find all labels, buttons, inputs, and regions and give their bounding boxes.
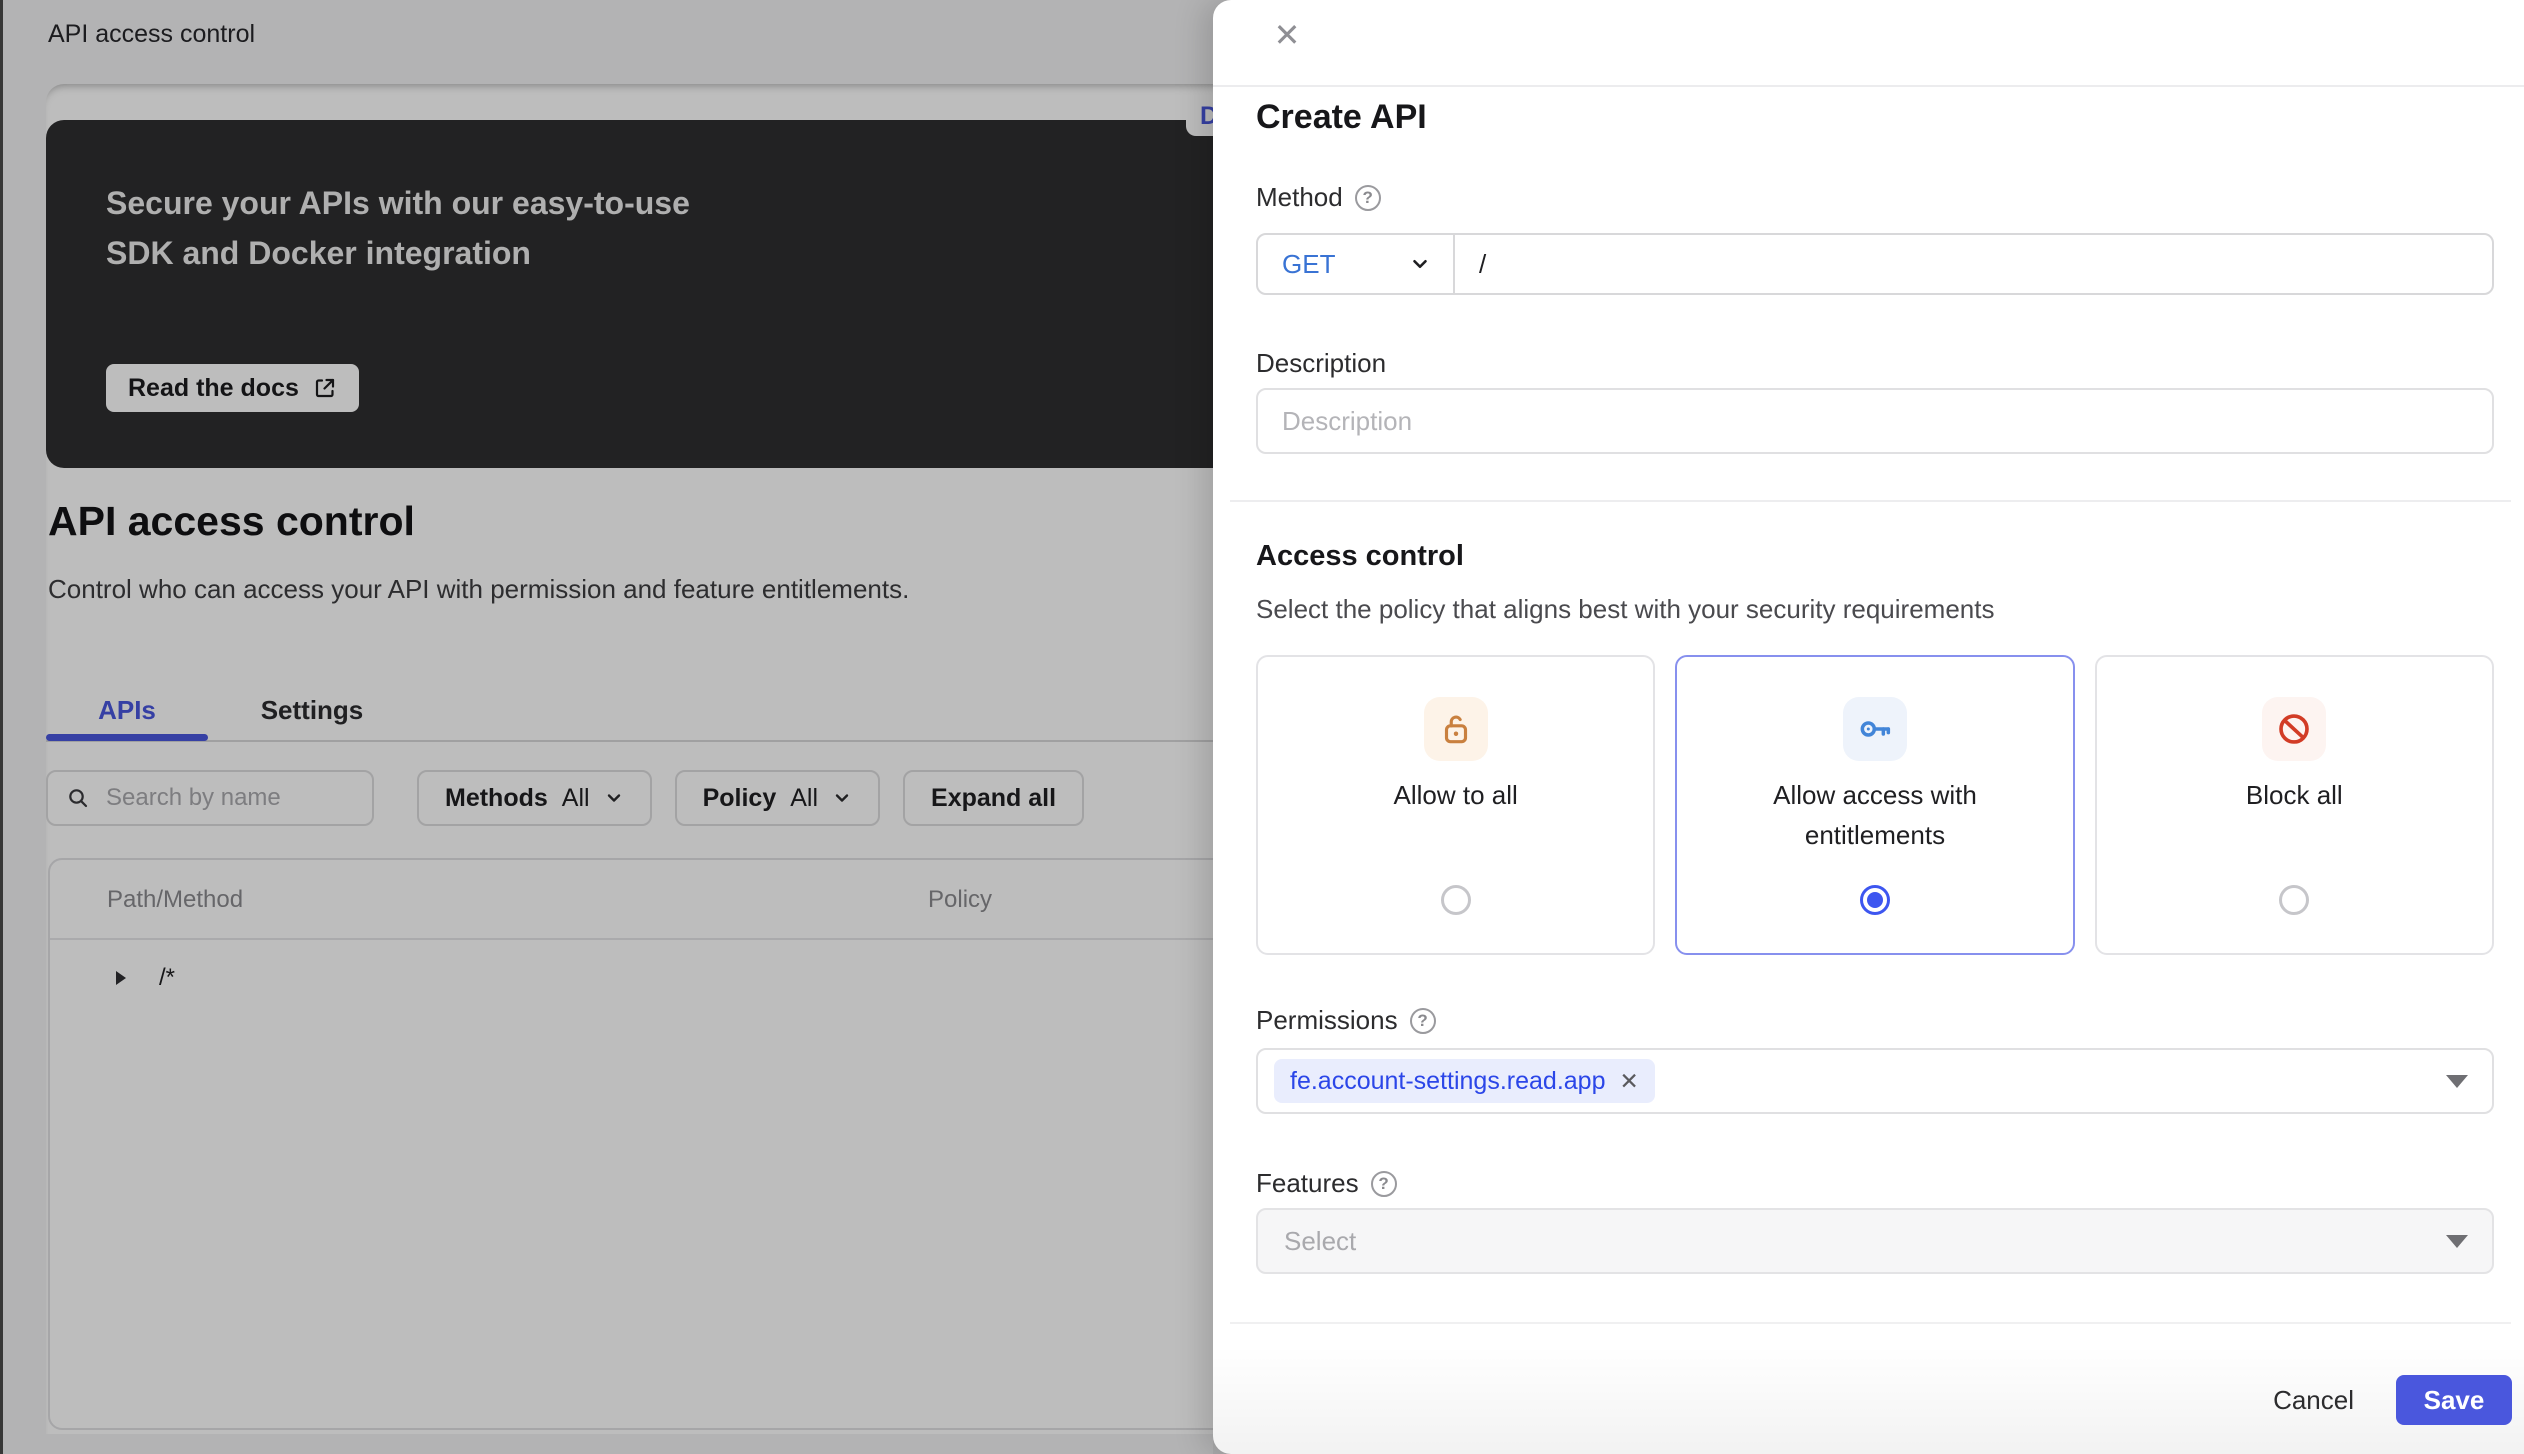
- policy-radio-block-all[interactable]: [2279, 885, 2309, 915]
- cancel-button[interactable]: Cancel: [2267, 1385, 2360, 1416]
- policy-card-label: Block all: [2136, 775, 2452, 815]
- chevron-down-icon: [1409, 253, 1431, 275]
- section-divider: [1230, 500, 2511, 502]
- policy-options: Allow to all Allow access with entitleme…: [1256, 655, 2494, 955]
- policy-radio-allow-with-entitlements[interactable]: [1860, 885, 1890, 915]
- method-select[interactable]: GET: [1258, 235, 1455, 293]
- description-input[interactable]: [1256, 388, 2494, 454]
- path-input[interactable]: [1455, 235, 2492, 293]
- method-label: Method: [1256, 182, 1343, 213]
- permissions-label-row: Permissions ?: [1256, 1005, 1436, 1036]
- help-icon[interactable]: ?: [1410, 1008, 1436, 1034]
- dropdown-caret-icon: [2446, 1235, 2468, 1248]
- method-input-group: GET: [1256, 233, 2494, 295]
- block-icon: [2262, 697, 2326, 761]
- permission-tag-label: fe.account-settings.read.app: [1290, 1067, 1605, 1096]
- features-placeholder: Select: [1284, 1226, 1356, 1257]
- help-icon[interactable]: ?: [1355, 185, 1381, 211]
- remove-tag-icon[interactable]: ✕: [1619, 1068, 1638, 1095]
- drawer-header-divider: [1213, 85, 2524, 87]
- method-select-value: GET: [1282, 249, 1335, 280]
- policy-card-label: Allow access with entitlements: [1717, 775, 2033, 855]
- features-select[interactable]: Select: [1256, 1208, 2494, 1274]
- close-icon[interactable]: ✕: [1268, 16, 1306, 54]
- features-label: Features: [1256, 1168, 1359, 1199]
- drawer-title: Create API: [1256, 98, 1427, 137]
- key-icon: [1843, 697, 1907, 761]
- policy-card-allow-with-entitlements[interactable]: Allow access with entitlements: [1675, 655, 2074, 955]
- footer-divider: [1230, 1322, 2511, 1324]
- access-control-title: Access control: [1256, 540, 1464, 573]
- method-label-row: Method ?: [1256, 182, 1381, 213]
- drawer-footer: Cancel Save: [1213, 1346, 2524, 1454]
- description-label-row: Description: [1256, 348, 1386, 379]
- permissions-label: Permissions: [1256, 1005, 1398, 1036]
- description-label: Description: [1256, 348, 1386, 379]
- app-root: API access control Secure your APIs with…: [0, 0, 2524, 1454]
- policy-card-label: Allow to all: [1298, 775, 1614, 815]
- features-label-row: Features ?: [1256, 1168, 1397, 1199]
- access-control-subtitle: Select the policy that aligns best with …: [1256, 594, 1994, 625]
- policy-radio-allow-to-all[interactable]: [1441, 885, 1471, 915]
- help-icon[interactable]: ?: [1371, 1171, 1397, 1197]
- unlock-icon: [1424, 697, 1488, 761]
- save-button[interactable]: Save: [2396, 1375, 2512, 1425]
- dropdown-caret-icon: [2446, 1075, 2468, 1088]
- create-api-drawer: ✕ Create API Method ? GET Description Ac…: [1213, 0, 2524, 1454]
- policy-card-allow-to-all[interactable]: Allow to all: [1256, 655, 1655, 955]
- permissions-multiselect[interactable]: fe.account-settings.read.app ✕: [1256, 1048, 2494, 1114]
- permission-tag: fe.account-settings.read.app ✕: [1274, 1059, 1655, 1103]
- policy-card-block-all[interactable]: Block all: [2095, 655, 2494, 955]
